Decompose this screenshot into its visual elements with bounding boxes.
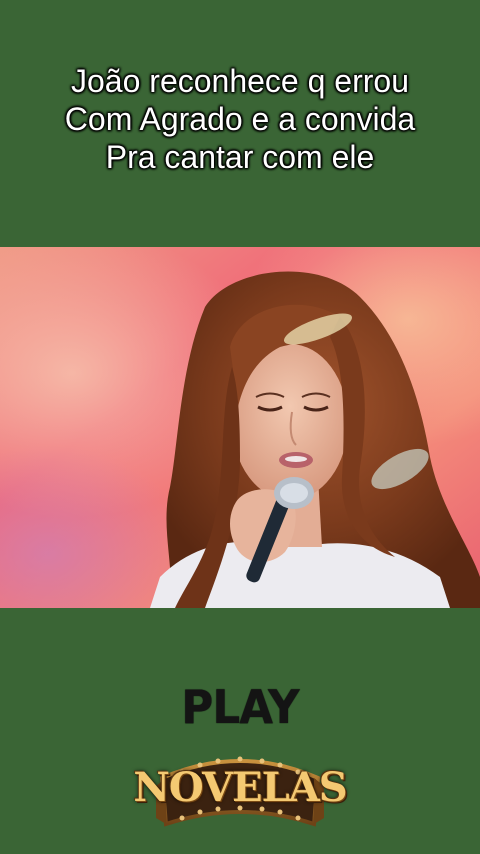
- caption-text: João reconhece q errou Com Agrado e a co…: [0, 62, 480, 176]
- caption-line-3: Pra cantar com ele: [105, 139, 375, 175]
- play-novelas-logo: PLAY NOVELAS: [0, 678, 480, 848]
- caption-line-2: Com Agrado e a convida: [64, 101, 416, 137]
- caption-line-1: João reconhece q errou: [71, 63, 409, 99]
- logo-play-text: PLAY: [181, 680, 299, 734]
- singer-frame-image: [0, 247, 480, 608]
- video-frame[interactable]: [0, 247, 480, 608]
- logo-novelas-text: NOVELAS: [133, 764, 347, 811]
